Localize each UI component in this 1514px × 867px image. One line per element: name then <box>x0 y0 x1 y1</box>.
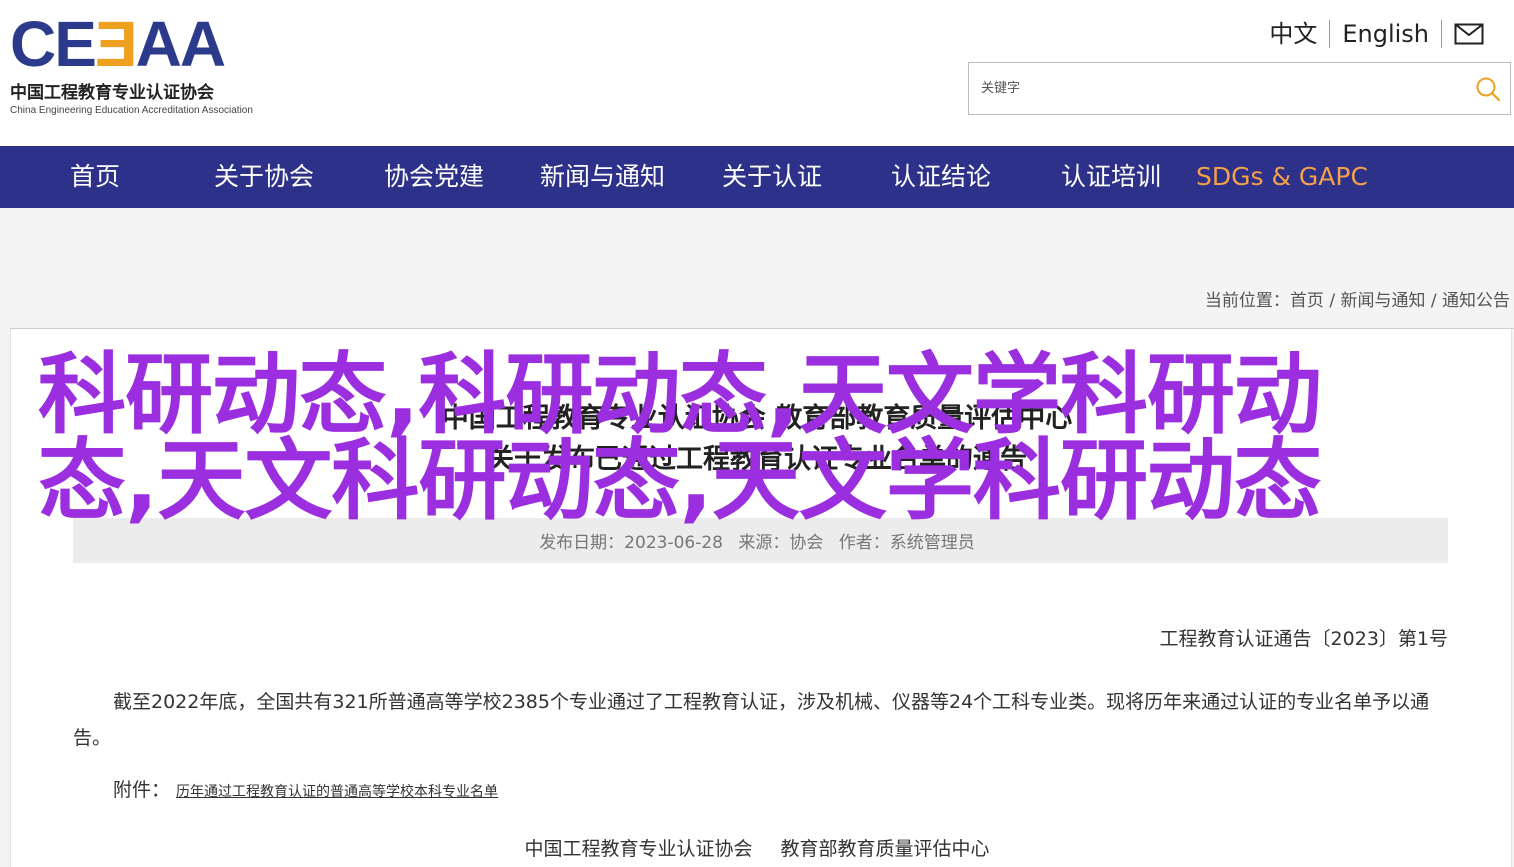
logo-mark-mid: Ǝ <box>94 8 138 80</box>
document-number: 工程教育认证通告〔2023〕第1号 <box>1159 628 1448 650</box>
search-box <box>968 62 1511 115</box>
logo-mark: CEƎAA <box>10 12 270 76</box>
main-nav: 首页 关于协会 协会党建 新闻与通知 关于认证 认证结论 认证培训 SDGs &… <box>0 146 1514 208</box>
nav-item-sdgs-gapc[interactable]: SDGs & GAPC <box>1196 146 1368 208</box>
nav-item-home[interactable]: 首页 <box>70 146 120 208</box>
logo-cn-name: 中国工程教育专业认证协会 <box>10 83 214 103</box>
language-switcher: 中文 English <box>1257 18 1484 50</box>
site-header: CEƎAA 中国工程教育专业认证协会 China Engineering Edu… <box>0 0 1514 146</box>
nav-item-training[interactable]: 认证培训 <box>1061 146 1161 208</box>
search-icon[interactable] <box>1474 75 1502 103</box>
lang-chinese-link[interactable]: 中文 <box>1257 18 1329 50</box>
lang-english-link[interactable]: English <box>1330 18 1441 50</box>
attachment: 附件： 历年通过工程教育认证的普通高等学校本科专业名单 <box>113 775 498 802</box>
site-logo[interactable]: CEƎAA 中国工程教育专业认证协会 China Engineering Edu… <box>10 12 270 117</box>
signature-org1: 中国工程教育专业认证协会 <box>524 838 753 860</box>
article-source: 来源：协会 <box>738 533 824 553</box>
breadcrumb: 当前位置：首页 / 新闻与通知 / 通知公告 <box>1204 291 1510 311</box>
logo-mark-left: CE <box>10 8 97 80</box>
logo-en-name: China Engineering Education Accreditatio… <box>10 105 253 116</box>
nav-item-accreditation-results[interactable]: 认证结论 <box>891 146 991 208</box>
signature-org2: 教育部教育质量评估中心 <box>780 838 990 860</box>
logo-mark-right: AA <box>135 8 226 80</box>
nav-item-about-accreditation[interactable]: 关于认证 <box>722 146 822 208</box>
mail-icon[interactable] <box>1454 23 1484 45</box>
nav-item-about-association[interactable]: 关于协会 <box>214 146 314 208</box>
nav-item-party-building[interactable]: 协会党建 <box>384 146 484 208</box>
article-author: 作者：系统管理员 <box>838 533 975 553</box>
nav-item-news[interactable]: 新闻与通知 <box>540 146 665 208</box>
overlay-banner-text: 科研动态,科研动态,天文学科研动态,天文科研动态,天文学科研动态 <box>38 343 1322 532</box>
lang-divider <box>1441 20 1442 48</box>
article-date: 发布日期：2023-06-28 <box>539 533 723 553</box>
search-input[interactable] <box>969 63 1459 114</box>
attachment-link[interactable]: 历年通过工程教育认证的普通高等学校本科专业名单 <box>176 784 498 800</box>
article-paragraph: 截至2022年底，全国共有321所普通高等学校2385个专业通过了工程教育认证，… <box>73 691 1430 749</box>
signature: 中国工程教育专业认证协会 教育部教育质量评估中心 <box>0 834 1514 861</box>
attachment-label: 附件： <box>113 779 171 801</box>
